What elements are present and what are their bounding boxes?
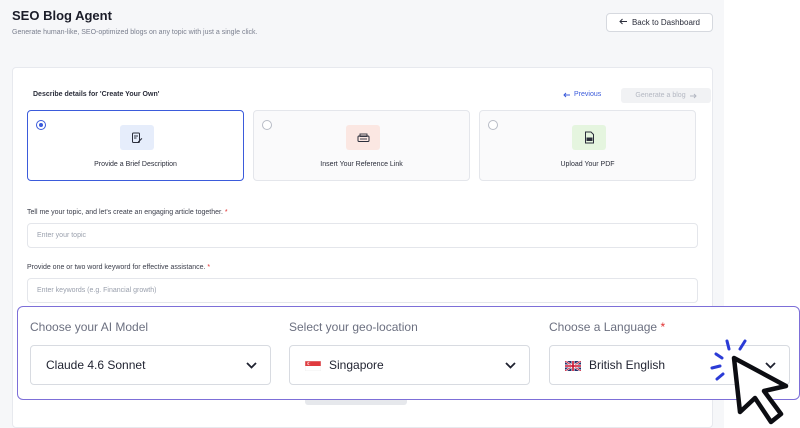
uk-flag-icon — [564, 360, 582, 372]
back-button-label: Back to Dashboard — [631, 18, 701, 27]
chevron-down-icon — [244, 358, 258, 372]
generate-label: Generate a blog — [635, 92, 686, 99]
pdf-file-icon — [572, 125, 606, 150]
radio-button[interactable] — [36, 120, 46, 130]
generate-blog-button[interactable]: Generate a blog — [621, 88, 711, 103]
option-reference-link[interactable]: Insert Your Reference Link — [253, 110, 470, 181]
keywords-placeholder: Enter keywords (e.g. Financial growth) — [37, 287, 157, 294]
ai-model-value: Claude 4.6 Sonnet — [46, 358, 146, 372]
language-label: Choose a Language * — [549, 320, 790, 336]
stage: SEO Blog Agent Generate human-like, SEO-… — [0, 0, 800, 428]
topic-label: Tell me your topic, and let's create an … — [27, 209, 228, 216]
keywords-input[interactable]: Enter keywords (e.g. Financial growth) — [27, 278, 698, 303]
option-label: Provide a Brief Description — [94, 161, 177, 168]
topic-input[interactable]: Enter your topic — [27, 223, 698, 248]
geo-location-value: Singapore — [329, 358, 384, 372]
previous-button[interactable]: Previous — [563, 91, 601, 98]
keywords-label: Provide one or two word keyword for effe… — [27, 264, 210, 271]
option-brief-description[interactable]: Provide a Brief Description — [27, 110, 244, 181]
pointer-cursor-icon — [704, 336, 800, 428]
topic-placeholder: Enter your topic — [37, 232, 87, 239]
geo-location-value-wrap: Singapore — [304, 358, 503, 372]
card-header: Describe details for 'Create Your Own' P… — [33, 88, 711, 103]
ai-model-label: Choose your AI Model — [30, 320, 149, 334]
option-upload-pdf[interactable]: Upload Your PDF — [479, 110, 696, 181]
page-subtitle: Generate human-like, SEO-optimized blogs… — [12, 29, 258, 36]
link-icon — [346, 125, 380, 150]
geo-location-select[interactable]: Singapore — [289, 345, 530, 385]
radio-button[interactable] — [262, 120, 272, 130]
option-label: Insert Your Reference Link — [320, 161, 403, 168]
option-label: Upload Your PDF — [560, 161, 615, 168]
required-mark: * — [660, 320, 666, 334]
keywords-label-text: Provide one or two word keyword for effe… — [27, 264, 206, 271]
note-edit-icon — [120, 125, 154, 150]
geo-location-group: Select your geo-location Singapore — [289, 320, 530, 385]
generate-button-edge — [305, 400, 407, 405]
required-mark: * — [207, 264, 211, 271]
settings-panel: Choose your AI Model Claude 4.6 Sonnet S… — [17, 306, 800, 400]
language-value: British English — [589, 358, 666, 372]
language-label-text: Choose a Language — [549, 320, 658, 334]
previous-label: Previous — [574, 91, 602, 98]
singapore-flag-icon — [304, 360, 322, 372]
arrow-left-icon — [563, 92, 570, 97]
ai-model-group: Choose your AI Model Claude 4.6 Sonnet — [30, 320, 271, 385]
ai-model-select[interactable]: Claude 4.6 Sonnet — [30, 345, 271, 385]
topic-label-text: Tell me your topic, and let's create an … — [27, 209, 223, 216]
back-to-dashboard-button[interactable]: Back to Dashboard — [606, 13, 713, 32]
required-mark: * — [224, 209, 228, 216]
page-title: SEO Blog Agent — [12, 8, 112, 23]
arrow-right-icon — [689, 93, 697, 98]
arrow-left-icon — [619, 18, 628, 27]
card-heading: Describe details for 'Create Your Own' — [33, 91, 160, 98]
radio-button[interactable] — [488, 120, 498, 130]
chevron-down-icon — [503, 358, 517, 372]
geo-location-label: Select your geo-location — [289, 320, 418, 334]
